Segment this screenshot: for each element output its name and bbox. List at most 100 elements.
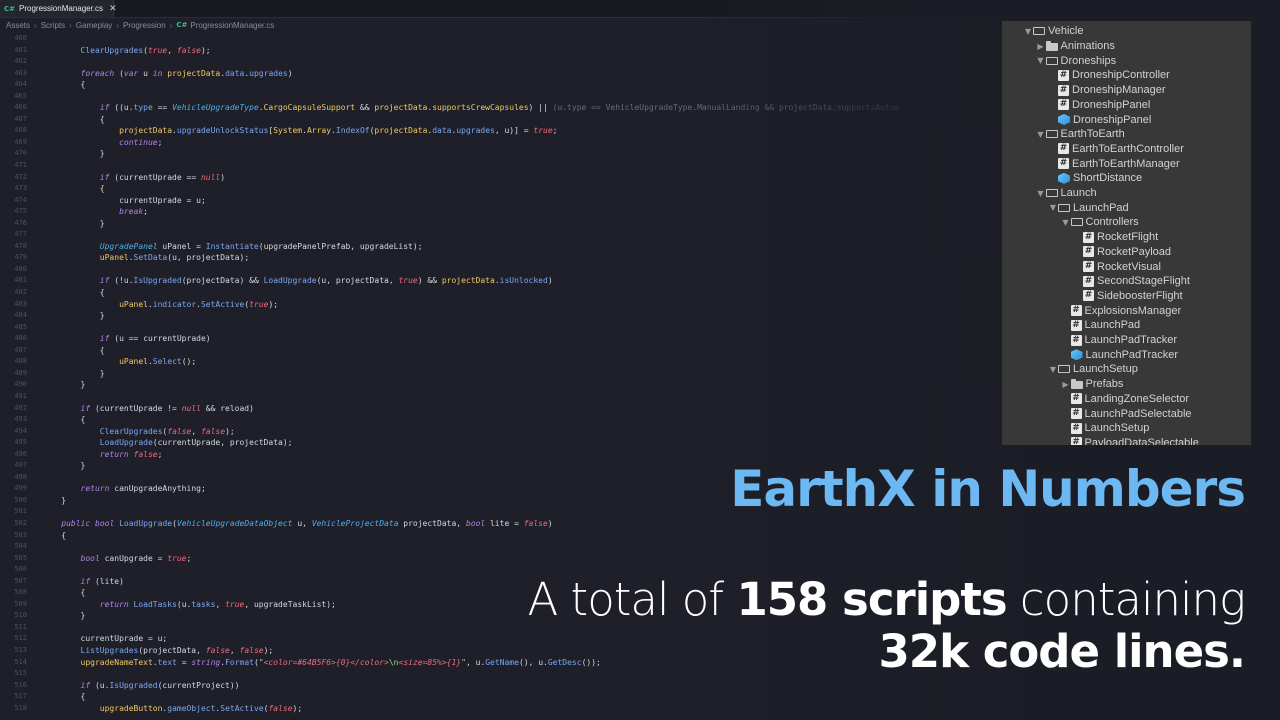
tree-item[interactable]: # RocketFlight	[1073, 230, 1158, 245]
project-hierarchy-panel: ▼ Vehicle ▶ Animations ▼ Droneships # Droneship…	[1002, 21, 1251, 445]
collapse-arrow-icon[interactable]: ▶	[1036, 42, 1046, 51]
tree-item[interactable]: ▼ LaunchSetup	[1048, 362, 1138, 377]
tree-item-label: Launch	[1060, 187, 1097, 200]
tab-label: ProgressionManager.cs	[19, 4, 104, 13]
tree-item[interactable]: # PayloadDataSelectable	[1061, 436, 1199, 445]
expand-arrow-icon[interactable]: ▼	[1023, 27, 1033, 36]
expand-arrow-icon[interactable]: ▼	[1036, 56, 1046, 65]
stat-text: A total of 158 scripts containing 32k co…	[527, 573, 1246, 678]
tree-item-label: DroneshipController	[1072, 69, 1170, 82]
tree-item[interactable]: ▼ Controllers	[1061, 215, 1138, 230]
breadcrumb-item[interactable]: Progression	[123, 21, 166, 30]
expand-arrow-icon[interactable]: ▼	[1036, 189, 1046, 198]
tree-item[interactable]: # SideboosterFlight	[1073, 289, 1183, 304]
code-text: return LoadTasks(u.tasks, true, upgradeT…	[99, 599, 336, 609]
close-icon[interactable]: ✕	[109, 4, 117, 14]
tree-item[interactable]: LaunchPadTracker	[1061, 347, 1179, 362]
expand-arrow-icon[interactable]: ▼	[1048, 203, 1058, 212]
tree-item[interactable]: ShortDistance	[1048, 171, 1142, 186]
line-number: 516	[14, 680, 27, 689]
code-text: }	[42, 495, 67, 505]
tree-item[interactable]: # LaunchSetup	[1061, 421, 1149, 436]
script-icon: #	[1058, 158, 1069, 170]
breadcrumb: Assets › Scripts › Gameplay › Progression › C# Pr…	[6, 19, 274, 31]
tree-item-label: DroneshipPanel	[1072, 98, 1151, 111]
open-folder-icon	[1058, 203, 1070, 212]
tree-item[interactable]: # LaunchPadSelectable	[1061, 406, 1192, 421]
stat-prefix: A total of	[527, 573, 737, 626]
script-icon: #	[1070, 422, 1082, 434]
code-text: ListUpgrades(projectData, false, false);	[80, 645, 274, 655]
code-text: return canUpgradeAnything;	[80, 484, 206, 494]
script-icon: #	[1083, 290, 1094, 302]
tree-item-label: LaunchPadTracker	[1085, 348, 1179, 361]
tree-item[interactable]: ▼ Droneships	[1036, 53, 1116, 68]
tree-item[interactable]: # LaunchPad	[1061, 318, 1140, 333]
breadcrumb-item[interactable]: ProgressionManager.cs	[190, 21, 274, 30]
tree-item[interactable]: # ExplosionsManager	[1061, 303, 1181, 318]
tree-item-label: LaunchPad	[1073, 201, 1129, 214]
line-number: 465	[14, 91, 27, 100]
tree-item[interactable]: # LandingZoneSelector	[1061, 392, 1190, 407]
code-text: currentUprade = u;	[42, 195, 206, 205]
tree-item[interactable]: # EarthToEarthManager	[1048, 156, 1180, 171]
collapse-arrow-icon[interactable]: ▶	[1061, 380, 1071, 389]
tree-item-label: EarthToEarth	[1060, 128, 1125, 141]
code-text: {	[42, 415, 86, 425]
code-text: projectData.upgradeUnlockStatus[System.A…	[119, 126, 558, 136]
tab-progression-manager[interactable]: C# ProgressionManager.cs ✕	[0, 0, 117, 17]
tree-item[interactable]: # RocketPayload	[1073, 245, 1171, 260]
prefab-icon	[1058, 172, 1070, 184]
tree-item[interactable]: ▼ Launch	[1036, 186, 1097, 201]
code-text: if (lite)	[80, 576, 124, 586]
tree-item[interactable]: ▼ LaunchPad	[1048, 200, 1129, 215]
tree-item[interactable]: ▼ EarthToEarth	[1036, 127, 1125, 142]
script-icon: #	[1058, 84, 1069, 96]
open-folder-icon	[1033, 27, 1045, 36]
code-text: }	[42, 380, 86, 390]
tree-item[interactable]: ▼ Vehicle	[1023, 24, 1084, 39]
line-number: 507	[14, 576, 27, 585]
headline: EarthX in Numbers	[730, 460, 1246, 518]
tree-item-label: LandingZoneSelector	[1084, 392, 1190, 405]
script-icon: #	[1083, 231, 1094, 243]
tree-item[interactable]: # EarthToEarthController	[1048, 142, 1184, 157]
code-line: 504	[0, 541, 1280, 553]
code-text: public bool LoadUpgrade(VehicleUpgradeDa…	[61, 518, 553, 528]
line-number: 499	[14, 484, 27, 493]
expand-arrow-icon[interactable]: ▼	[1048, 365, 1058, 374]
tree-item-label: RocketFlight	[1097, 231, 1159, 244]
csharp-file-icon: C#	[4, 4, 16, 13]
code-text: foreach (var u in projectData.data.upgra…	[80, 68, 293, 78]
tree-item-label: DroneshipPanel	[1073, 113, 1152, 126]
line-number: 467	[14, 114, 27, 123]
tree-item-label: LaunchSetup	[1073, 363, 1138, 376]
stat-line-1: A total of 158 scripts containing	[527, 573, 1246, 626]
tree-item[interactable]: # DroneshipPanel	[1048, 98, 1150, 113]
tree-item[interactable]: # DroneshipController	[1048, 68, 1170, 83]
code-text: if (u.IsUpgraded(currentProject))	[80, 680, 240, 690]
expand-arrow-icon[interactable]: ▼	[1036, 130, 1046, 139]
line-number: 497	[14, 461, 27, 470]
tree-item[interactable]: # DroneshipManager	[1048, 83, 1166, 98]
breadcrumb-item[interactable]: Assets	[6, 21, 30, 30]
prefab-icon	[1058, 114, 1070, 126]
expand-arrow-icon[interactable]: ▼	[1061, 218, 1071, 227]
folder-icon	[1070, 378, 1083, 389]
tree-item[interactable]: ▶ Animations	[1036, 39, 1115, 54]
line-number: 469	[14, 137, 27, 146]
tree-item[interactable]: # RocketVisual	[1073, 259, 1161, 274]
code-text: }	[42, 368, 105, 378]
tree-item[interactable]: # LaunchPadTracker	[1061, 333, 1177, 348]
line-number: 487	[14, 345, 27, 354]
script-icon: #	[1083, 246, 1094, 258]
line-number: 500	[14, 495, 27, 504]
tree-item[interactable]: # SecondStageFlight	[1073, 274, 1190, 289]
tree-item[interactable]: DroneshipPanel	[1048, 112, 1151, 127]
line-number: 489	[14, 368, 27, 377]
breadcrumb-item[interactable]: Gameplay	[76, 21, 112, 30]
breadcrumb-item[interactable]: Scripts	[41, 21, 65, 30]
code-text: {	[42, 114, 105, 124]
tree-item[interactable]: ▶ Prefabs	[1061, 377, 1123, 392]
line-number: 498	[14, 472, 27, 481]
